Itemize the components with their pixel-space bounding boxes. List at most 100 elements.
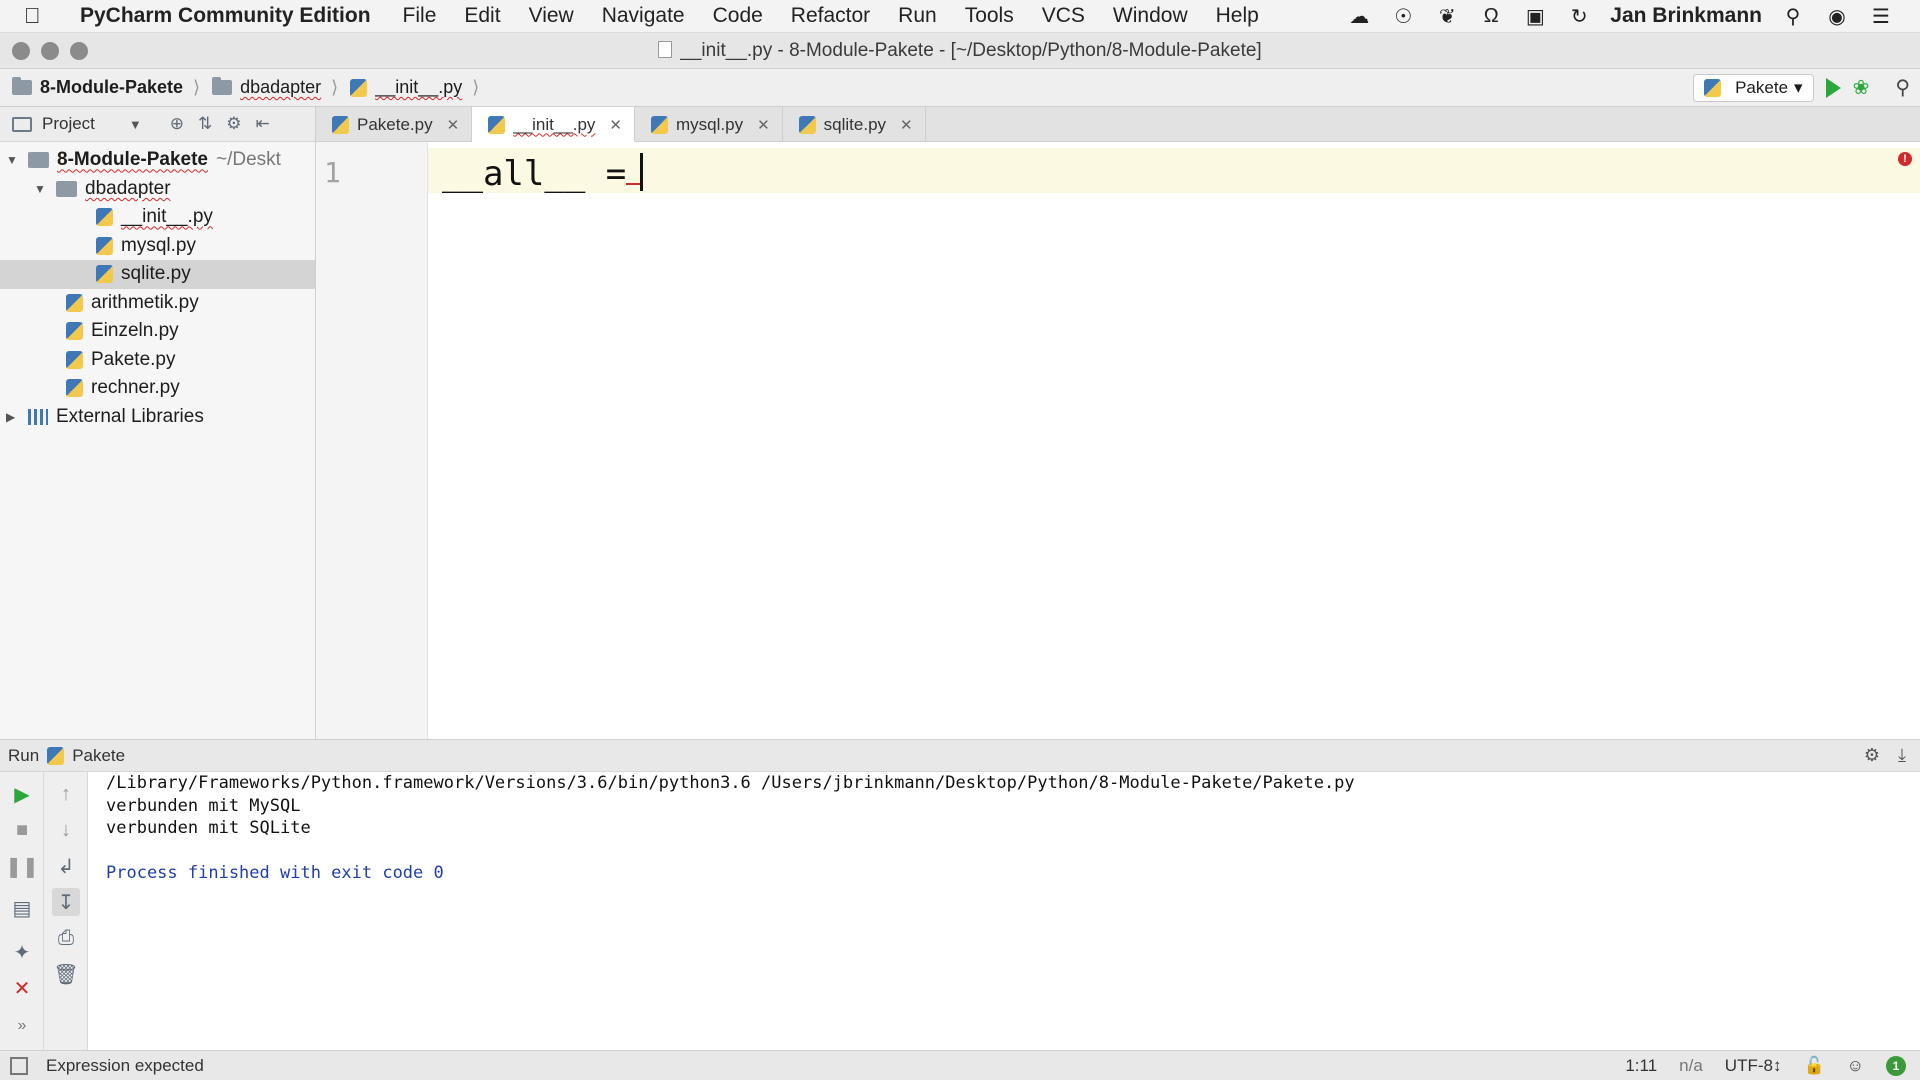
menu-code[interactable]: Code (699, 4, 777, 28)
tree-item-rechner-py[interactable]: rechner.py (0, 374, 315, 403)
restore-layout-icon[interactable]: ▤ (8, 894, 36, 922)
text-caret (640, 153, 644, 191)
run-config-tab[interactable]: Pakete (72, 746, 125, 766)
breadcrumb-project[interactable]: 8-Module-Pakete ⟩ (12, 77, 200, 98)
menu-edit[interactable]: Edit (450, 4, 514, 28)
project-panel-header: Project ▼ ⊕ ⇅ ⚙ ⇤ (0, 107, 315, 142)
tree-item-sqlite-py[interactable]: sqlite.py (0, 260, 315, 289)
notification-center-icon[interactable]: ☰ (1868, 3, 1894, 29)
menu-file[interactable]: File (389, 4, 451, 28)
chevron-down-icon: ▾ (1794, 77, 1803, 97)
breadcrumb-package[interactable]: dbadapter ⟩ (212, 77, 338, 98)
spotlight-search-icon[interactable]: ⚲ (1780, 3, 1806, 29)
file-encoding[interactable]: UTF-8↕ (1725, 1056, 1782, 1076)
tree-item-dbadapter[interactable]: ▼ dbadapter (0, 175, 315, 204)
tree-item-path: ~/Deskt (215, 149, 281, 171)
gear-icon[interactable]: ⚙ (226, 114, 241, 134)
tree-item-arithmetik-py[interactable]: arithmetik.py (0, 289, 315, 318)
line-number-gutter[interactable]: 1 (316, 142, 428, 739)
tab-init-py[interactable]: __init__.py ✕ (472, 107, 635, 142)
tab-label: sqlite.py (823, 114, 887, 134)
run-button[interactable] (1825, 77, 1841, 98)
run-console[interactable]: /Library/Frameworks/Python.framework/Ver… (88, 772, 1920, 1050)
rerun-icon[interactable]: ▶ (8, 780, 36, 808)
menu-help[interactable]: Help (1202, 4, 1273, 28)
tree-item-einzeln-py[interactable]: Einzeln.py (0, 317, 315, 346)
leaf-icon[interactable]: ❦ (1434, 3, 1460, 29)
siri-icon[interactable]: ◉ (1824, 3, 1850, 29)
arrow-down-icon[interactable]: ↓ (52, 816, 80, 844)
apple-icon[interactable]:  (24, 3, 64, 29)
window-title-bar: __init__.py - 8-Module-Pakete - [~/Deskt… (0, 33, 1920, 69)
menu-refactor[interactable]: Refactor (777, 4, 884, 28)
tab-pakete-py[interactable]: Pakete.py ✕ (316, 107, 473, 142)
caret-position[interactable]: 1:11 (1625, 1056, 1657, 1076)
menu-navigate[interactable]: Navigate (588, 4, 699, 28)
search-everywhere-icon[interactable]: ⚲ (1895, 75, 1910, 100)
expand-arrow-icon[interactable]: ▼ (34, 182, 50, 196)
inspector-icon[interactable]: ☺ (1847, 1056, 1864, 1076)
debug-bug-icon[interactable]: ❀ (1853, 75, 1870, 100)
event-log-badge[interactable]: 1 (1886, 1055, 1906, 1076)
hide-panel-icon[interactable]: ⤓ (1898, 745, 1906, 766)
breadcrumb-separator-icon: ⟩ (472, 77, 480, 97)
tree-item-external-libraries[interactable]: ▶ External Libraries (0, 403, 315, 432)
code-editor[interactable]: 1 __all__ = ! (316, 142, 1920, 739)
line-separator-widget[interactable]: n/a (1679, 1056, 1703, 1076)
expand-arrow-icon[interactable]: ▶ (6, 410, 22, 424)
zoom-window-button[interactable] (70, 41, 88, 60)
collapse-all-icon[interactable]: ⇅ (198, 114, 212, 134)
menu-vcs[interactable]: VCS (1028, 4, 1099, 28)
run-configuration-select[interactable]: Pakete ▾ (1693, 73, 1814, 102)
minimize-window-button[interactable] (41, 41, 59, 60)
arrow-up-icon[interactable]: ↑ (52, 780, 80, 808)
app-name-menu[interactable]: PyCharm Community Edition (80, 4, 371, 28)
screen-recorder-icon[interactable]: ▣ (1522, 3, 1548, 29)
scroll-to-end-icon[interactable]: ↧ (52, 888, 80, 916)
creative-cloud-icon[interactable]: ☁ (1346, 3, 1372, 29)
more-actions-icon[interactable]: » (8, 1012, 36, 1040)
pause-icon[interactable]: ❚❚ (5, 852, 39, 880)
close-icon[interactable]: ✕ (900, 116, 913, 134)
error-stripe-icon[interactable]: ! (1898, 152, 1912, 166)
pin-tab-icon[interactable]: ✦ (8, 938, 36, 966)
tree-item-pakete-py[interactable]: Pakete.py (0, 346, 315, 375)
breadcrumb-label: dbadapter (240, 77, 322, 97)
time-machine-icon[interactable]: ↻ (1566, 3, 1592, 29)
tree-item-project-root[interactable]: ▼ 8-Module-Pakete ~/Deskt (0, 146, 315, 175)
password-manager-icon[interactable]: ☉ (1390, 3, 1416, 29)
close-icon[interactable]: ✕ (609, 116, 622, 134)
tool-windows-toggle-icon[interactable] (10, 1056, 28, 1075)
scroll-from-source-icon[interactable]: ⊕ (170, 114, 184, 134)
menu-tools[interactable]: Tools (951, 4, 1028, 28)
hide-panel-icon[interactable]: ⇤ (256, 114, 270, 134)
chevron-down-icon[interactable]: ▼ (129, 117, 142, 132)
close-icon[interactable]: ✕ (757, 116, 770, 134)
project-view-select[interactable]: Project (42, 114, 95, 134)
tree-item-label: __init__.py (121, 206, 213, 228)
code-line[interactable]: __all__ = (442, 153, 644, 194)
lock-icon[interactable]: 🔓 (1803, 1056, 1824, 1076)
soft-wrap-icon[interactable]: ↲ (52, 852, 80, 880)
gear-icon[interactable]: ⚙ (1864, 745, 1880, 766)
close-icon[interactable]: ✕ (8, 974, 36, 1002)
close-icon[interactable]: ✕ (447, 116, 460, 134)
console-line: verbunden mit MySQL (106, 795, 301, 816)
tree-item-init-py[interactable]: __init__.py (0, 203, 315, 232)
menu-run[interactable]: Run (884, 4, 951, 28)
expand-arrow-icon[interactable]: ▼ (6, 153, 22, 167)
tab-sqlite-py[interactable]: sqlite.py ✕ (783, 107, 926, 142)
headphones-icon[interactable]: Ω (1478, 3, 1504, 29)
user-name[interactable]: Jan Brinkmann (1610, 4, 1762, 28)
breadcrumb-file[interactable]: __init__.py ⟩ (350, 77, 479, 98)
tree-item-mysql-py[interactable]: mysql.py (0, 232, 315, 261)
navbar-actions: Pakete ▾ ❀ ⚲ (1693, 73, 1910, 102)
close-window-button[interactable] (12, 41, 30, 60)
print-icon[interactable]: ⎙ (52, 924, 80, 952)
tab-mysql-py[interactable]: mysql.py ✕ (635, 107, 783, 142)
menu-window[interactable]: Window (1099, 4, 1202, 28)
menu-view[interactable]: View (515, 4, 588, 28)
trash-icon[interactable]: 🗑 (52, 960, 80, 988)
window-title: __init__.py - 8-Module-Pakete - [~/Deskt… (0, 40, 1920, 62)
stop-icon[interactable]: ■ (8, 816, 36, 844)
